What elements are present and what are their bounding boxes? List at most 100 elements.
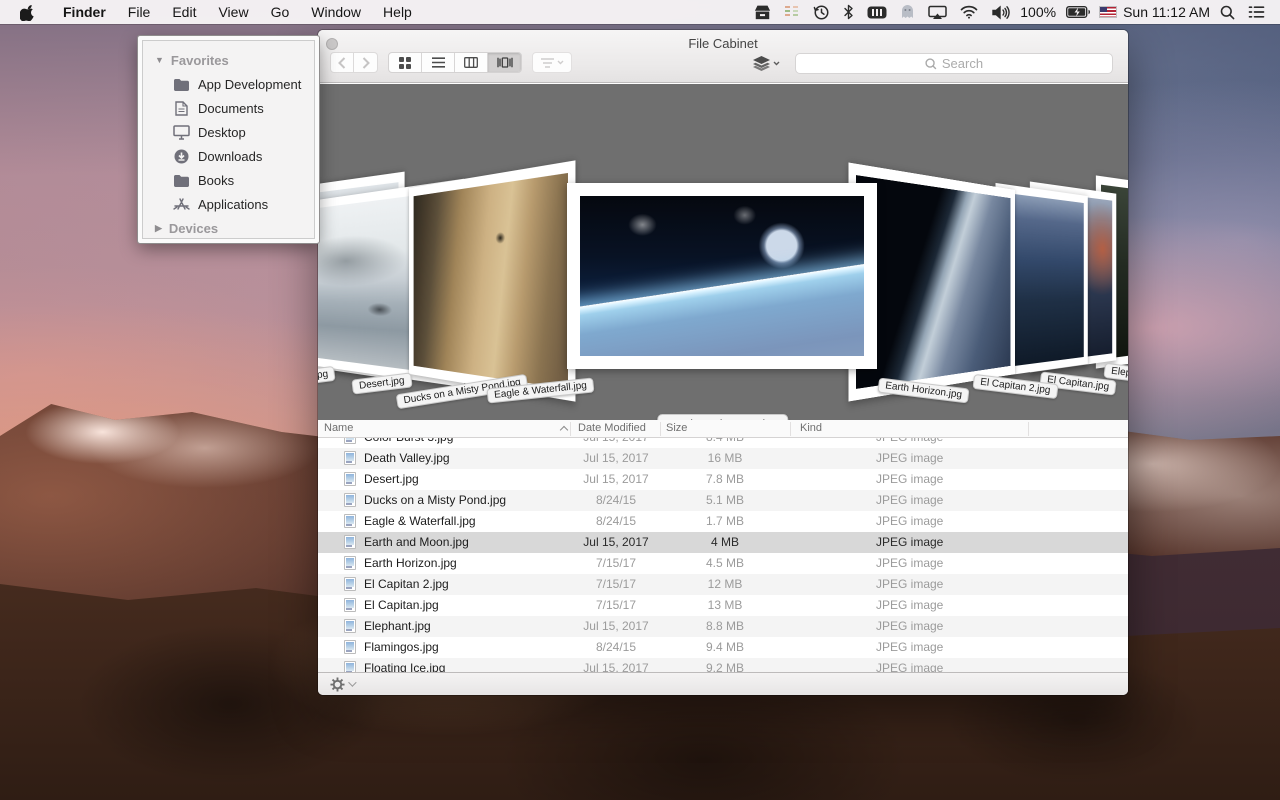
file-cabinet-menu-icon[interactable] (751, 4, 774, 20)
file-name: Desert.jpg (364, 472, 419, 486)
file-list[interactable]: Color Burst 3.jpg Jul 15, 2017 8.4 MB JP… (318, 438, 1128, 672)
file-kind: JPEG image (876, 556, 943, 570)
gear-menu-chevron-icon[interactable] (348, 678, 356, 686)
ghost-app-icon[interactable] (897, 4, 918, 20)
column-divider[interactable] (570, 422, 571, 436)
file-size: 9.4 MB (660, 640, 790, 654)
menu-bar-clock[interactable]: Sun 11:12 AM (1123, 4, 1210, 20)
list-view-button[interactable] (422, 53, 455, 72)
coverflow-view-button[interactable] (488, 53, 521, 72)
jpeg-file-icon (344, 661, 356, 672)
keyboard-brightness-icon[interactable] (864, 6, 890, 19)
file-kind: JPEG image (876, 438, 943, 444)
time-machine-icon[interactable] (810, 4, 833, 21)
file-row-selected[interactable]: Earth and Moon.jpg Jul 15, 2017 4 MB JPE… (318, 532, 1128, 553)
menu-item-go[interactable]: Go (260, 4, 301, 20)
gear-icon[interactable] (330, 677, 345, 692)
folder-icon (173, 76, 190, 93)
downloads-icon (173, 148, 190, 165)
jpeg-file-icon (344, 640, 356, 654)
arrange-menu-button[interactable] (532, 52, 572, 73)
chevron-down-icon[interactable]: ▼ (155, 55, 164, 65)
column-view-button[interactable] (455, 53, 488, 72)
file-row[interactable]: El Capitan 2.jpg 7/15/17 12 MB JPEG imag… (318, 574, 1128, 595)
file-row[interactable]: Elephant.jpg Jul 15, 2017 8.8 MB JPEG im… (318, 616, 1128, 637)
column-divider[interactable] (660, 422, 661, 436)
airplay-display-icon[interactable] (925, 5, 950, 20)
file-name: Elephant.jpg (364, 619, 431, 633)
back-button[interactable] (330, 52, 354, 73)
view-mode-switcher (388, 52, 522, 73)
menu-item-help[interactable]: Help (372, 4, 423, 20)
file-row[interactable]: Death Valley.jpg Jul 15, 2017 16 MB JPEG… (318, 448, 1128, 469)
sidebar-section-devices[interactable]: ▶ Devices (142, 216, 315, 240)
column-header-size[interactable]: Size (666, 422, 687, 434)
menu-item-window[interactable]: Window (300, 4, 372, 20)
document-icon (173, 100, 190, 117)
sidebar-item-label: Downloads (198, 149, 262, 164)
menu-item-finder[interactable]: Finder (52, 4, 117, 20)
activity-status-icon[interactable] (781, 5, 803, 19)
window-titlebar[interactable]: File Cabinet (318, 30, 1128, 83)
sidebar-section-favorites[interactable]: ▼ Favorites (142, 48, 315, 72)
sidebar-item-label: Documents (198, 101, 264, 116)
search-input[interactable]: Search (795, 53, 1113, 74)
wifi-icon[interactable] (957, 5, 981, 19)
menu-item-edit[interactable]: Edit (161, 4, 207, 20)
devices-label: Devices (169, 221, 218, 236)
notification-center-icon[interactable] (1245, 5, 1268, 19)
file-date: Jul 15, 2017 (573, 451, 659, 465)
file-name: Death Valley.jpg (364, 451, 450, 465)
file-kind: JPEG image (876, 514, 943, 528)
input-source-flag-icon[interactable] (1100, 7, 1116, 17)
jpeg-file-icon (344, 556, 356, 570)
apple-menu-icon[interactable] (0, 4, 52, 21)
menu-item-file[interactable]: File (117, 4, 162, 20)
file-size: 5.1 MB (660, 493, 790, 507)
column-header-kind[interactable]: Kind (800, 422, 822, 434)
desktop-icon (173, 124, 190, 141)
sidebar-item-documents[interactable]: Documents (142, 96, 315, 120)
file-size: 12 MB (660, 577, 790, 591)
forward-button[interactable] (354, 52, 378, 73)
file-row[interactable]: Eagle & Waterfall.jpg 8/24/15 1.7 MB JPE… (318, 511, 1128, 532)
folder-icon (173, 172, 190, 189)
battery-charging-icon[interactable] (1063, 6, 1093, 18)
menu-item-view[interactable]: View (207, 4, 259, 20)
file-kind: JPEG image (876, 493, 943, 507)
sidebar-item-app-development[interactable]: App Development (142, 72, 315, 96)
file-date: Jul 15, 2017 (573, 438, 659, 444)
sidebar-item-label: Desktop (198, 125, 246, 140)
column-header-date-modified[interactable]: Date Modified (578, 422, 646, 434)
sidebar-item-books[interactable]: Books (142, 168, 315, 192)
column-divider[interactable] (1028, 422, 1029, 436)
file-row[interactable]: Desert.jpg Jul 15, 2017 7.8 MB JPEG imag… (318, 469, 1128, 490)
volume-icon[interactable] (988, 5, 1013, 20)
file-kind: JPEG image (876, 661, 943, 672)
bluetooth-icon[interactable] (840, 4, 857, 20)
file-size: 4 MB (660, 535, 790, 549)
sidebar-item-applications[interactable]: Applications (142, 192, 315, 216)
coverflow-label-desert: Desert.jpg (351, 372, 412, 394)
coverflow-area[interactable]: Death Valley.jpg Desert.jpg Ducks on a M… (318, 84, 1128, 420)
file-row[interactable]: El Capitan.jpg 7/15/17 13 MB JPEG image (318, 595, 1128, 616)
file-row[interactable]: Flamingos.jpg 8/24/15 9.4 MB JPEG image (318, 637, 1128, 658)
icon-view-button[interactable] (389, 53, 422, 72)
column-divider[interactable] (790, 422, 791, 436)
file-row[interactable]: Earth Horizon.jpg 7/15/17 4.5 MB JPEG im… (318, 553, 1128, 574)
window-title: File Cabinet (318, 36, 1128, 51)
coverflow-item-eagle[interactable] (409, 160, 575, 401)
file-row[interactable]: Ducks on a Misty Pond.jpg 8/24/15 5.1 MB… (318, 490, 1128, 511)
sidebar-item-downloads[interactable]: Downloads (142, 144, 315, 168)
action-layers-menu-button[interactable] (746, 53, 786, 73)
chevron-right-icon[interactable]: ▶ (155, 223, 162, 234)
file-name: Color Burst 3.jpg (364, 438, 453, 444)
column-header-name[interactable]: Name (324, 422, 353, 434)
coverflow-item-earth-and-moon-selected[interactable] (567, 183, 877, 369)
spotlight-search-icon[interactable] (1217, 5, 1238, 20)
sidebar-item-label: Applications (198, 197, 268, 212)
file-date: Jul 15, 2017 (573, 535, 659, 549)
file-row[interactable]: Color Burst 3.jpg Jul 15, 2017 8.4 MB JP… (318, 438, 1128, 448)
sidebar-item-desktop[interactable]: Desktop (142, 120, 315, 144)
file-row[interactable]: Floating Ice.jpg Jul 15, 2017 9.2 MB JPE… (318, 658, 1128, 672)
